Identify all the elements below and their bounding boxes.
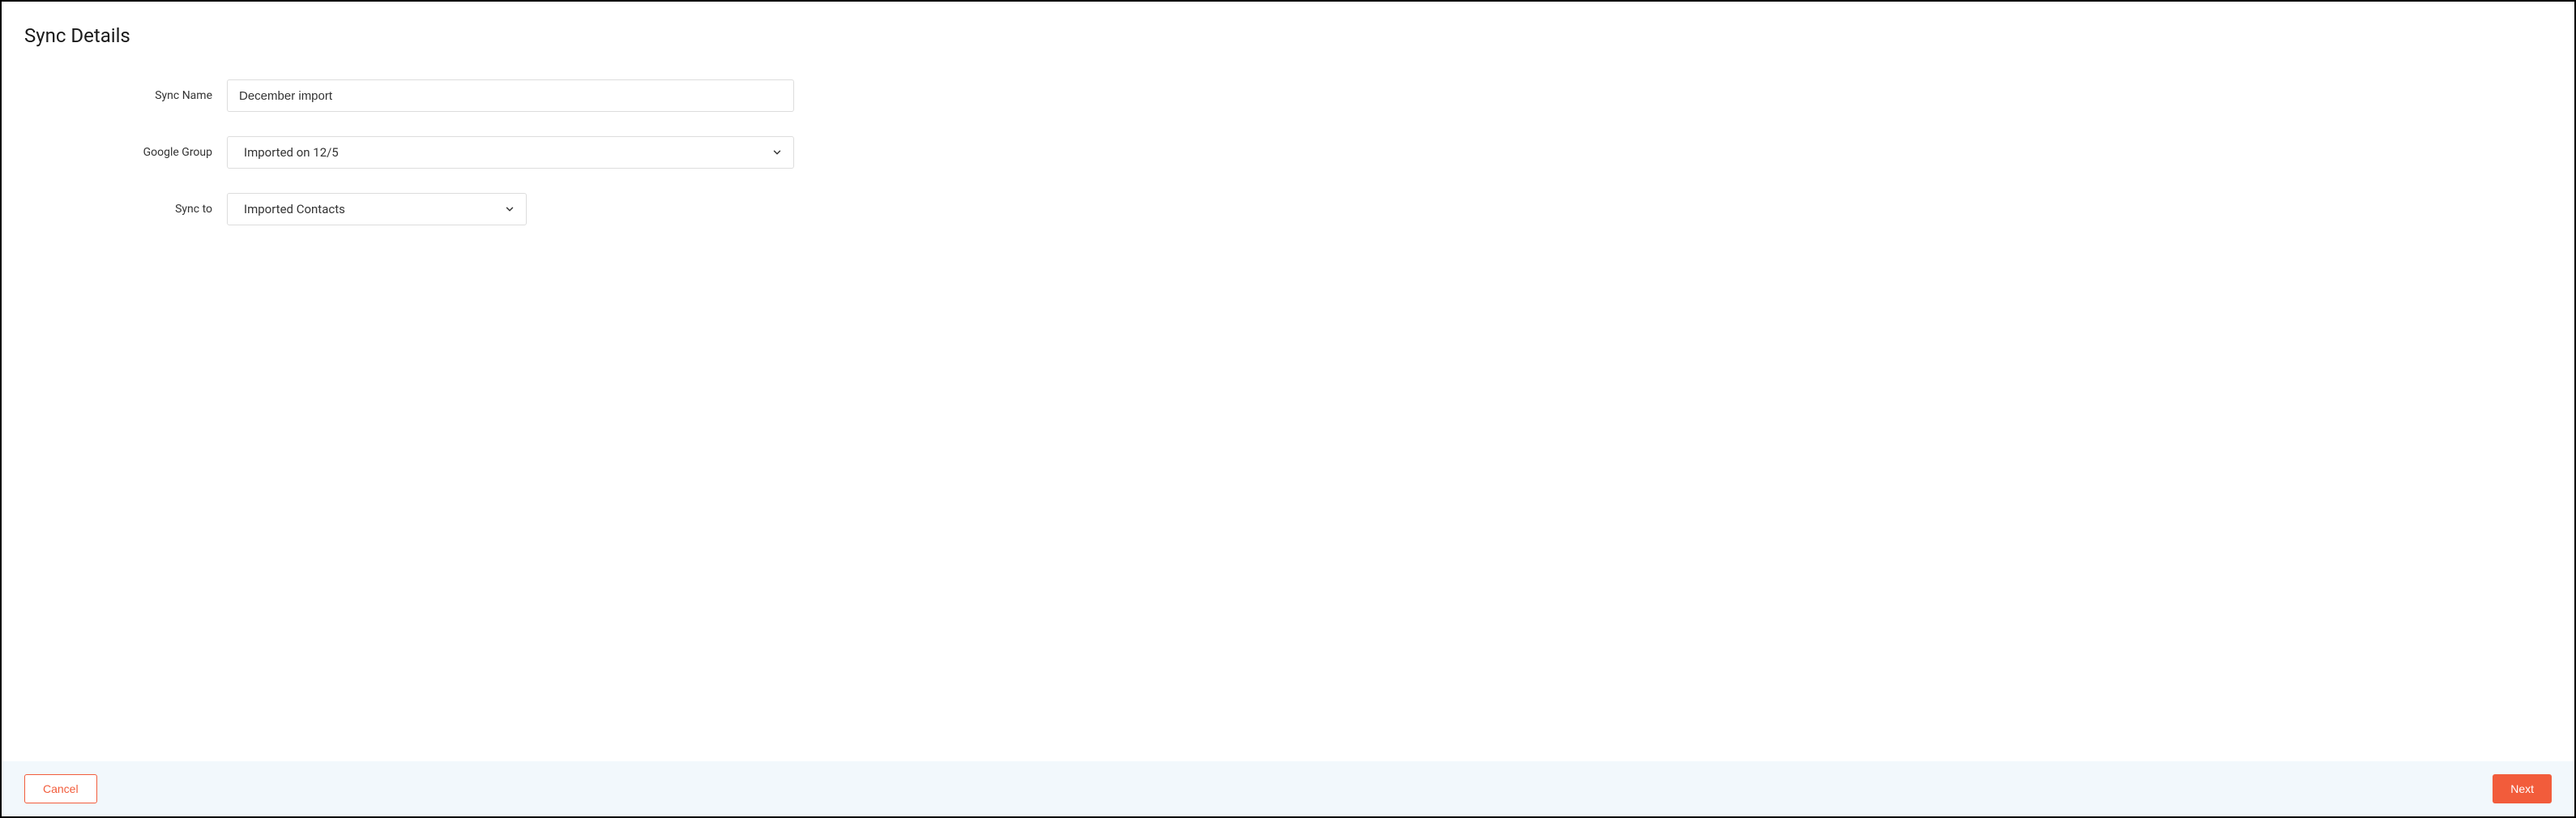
form-section: Sync Name Google Group Imported on 12/5 …	[24, 79, 2552, 225]
next-button[interactable]: Next	[2493, 774, 2552, 803]
sync-to-select-wrapper: Imported Contacts	[227, 193, 527, 225]
dialog-footer: Cancel Next	[2, 761, 2574, 816]
google-group-label: Google Group	[24, 146, 227, 159]
page-title: Sync Details	[24, 24, 2552, 47]
sync-name-row: Sync Name	[24, 79, 2552, 112]
sync-to-value: Imported Contacts	[244, 202, 345, 216]
google-group-row: Google Group Imported on 12/5	[24, 136, 2552, 169]
google-group-value: Imported on 12/5	[244, 145, 339, 160]
sync-to-row: Sync to Imported Contacts	[24, 193, 2552, 225]
google-group-select-wrapper: Imported on 12/5	[227, 136, 794, 169]
sync-name-label: Sync Name	[24, 89, 227, 102]
dialog-container: Sync Details Sync Name Google Group Impo…	[0, 0, 2576, 818]
main-content: Sync Details Sync Name Google Group Impo…	[2, 2, 2574, 761]
cancel-button[interactable]: Cancel	[24, 774, 97, 803]
sync-to-label: Sync to	[24, 203, 227, 216]
sync-to-select[interactable]: Imported Contacts	[227, 193, 527, 225]
sync-name-input[interactable]	[227, 79, 794, 112]
google-group-select[interactable]: Imported on 12/5	[227, 136, 794, 169]
